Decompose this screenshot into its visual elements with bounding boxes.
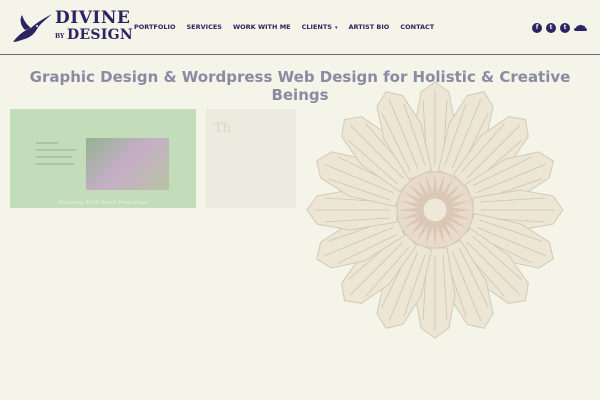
tumblr-icon[interactable]: t [560, 23, 570, 33]
nav-item-contact[interactable]: CONTACT [400, 23, 434, 31]
portfolio-card[interactable]: Th [206, 109, 296, 208]
nav-item-clients-label: CLIENTS [301, 23, 332, 31]
card-title: Th [214, 121, 232, 136]
site-header: DIVINE BY DESIGN PORTFOLIO SERVICES WORK… [0, 0, 600, 55]
card-text-block [36, 142, 80, 182]
twitter-icon[interactable]: t [546, 23, 556, 33]
card-thumbnail [86, 138, 169, 190]
logo-text-by: BY [55, 33, 65, 40]
hummingbird-icon [13, 14, 52, 42]
nav-item-clients[interactable]: CLIENTS ▾ [302, 23, 338, 31]
nav-item-work-with-me[interactable]: WORK WITH ME [233, 23, 291, 31]
mandala-background-image [306, 81, 564, 339]
chevron-down-icon: ▾ [334, 25, 338, 31]
nav-item-artist-bio[interactable]: ARTIST BIO [348, 23, 389, 31]
facebook-icon[interactable]: f [532, 23, 542, 33]
soundcloud-icon[interactable] [574, 23, 587, 33]
portfolio-card[interactable]: Visioning Art & Event Production [10, 109, 196, 208]
nav-item-portfolio[interactable]: PORTFOLIO [134, 23, 176, 31]
main-nav: PORTFOLIO SERVICES WORK WITH ME CLIENTS ▾… [134, 23, 445, 31]
page-tagline: Graphic Design & Wordpress Web Design fo… [29, 68, 571, 104]
card-caption: Visioning Art & Event Production [58, 200, 148, 206]
social-links: f t t [532, 23, 587, 33]
site-logo[interactable]: DIVINE BY DESIGN [11, 8, 133, 46]
nav-item-services[interactable]: SERVICES [187, 23, 222, 31]
logo-text-divine: DIVINE [55, 8, 131, 28]
logo-text-design: DESIGN [67, 27, 134, 43]
